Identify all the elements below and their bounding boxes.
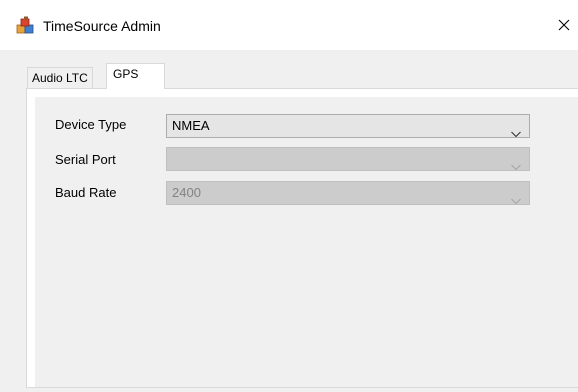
baud-rate-label: Baud Rate (55, 185, 117, 200)
chevron-down-icon (511, 123, 521, 138)
close-button[interactable] (558, 10, 578, 40)
chevron-down-icon (511, 156, 521, 171)
gps-tab-panel: Device Type NMEA Serial Port Baud Rate 2… (26, 88, 578, 388)
client-area: Audio LTC GPS Device Type NMEA Serial Po… (0, 50, 578, 392)
baud-rate-dropdown[interactable]: 2400 (166, 181, 530, 205)
baud-rate-value: 2400 (172, 185, 201, 200)
chevron-down-icon (511, 190, 521, 205)
device-type-label: Device Type (55, 117, 127, 132)
gps-settings-group: Device Type NMEA Serial Port Baud Rate 2… (35, 97, 578, 387)
window-title: TimeSource Admin (43, 18, 161, 34)
title-bar[interactable]: TimeSource Admin (0, 0, 578, 50)
app-blocks-icon (16, 16, 35, 35)
serial-port-dropdown[interactable] (166, 147, 530, 171)
device-type-dropdown[interactable]: NMEA (166, 114, 530, 138)
serial-port-label: Serial Port (55, 152, 116, 167)
tab-gps[interactable]: GPS (106, 63, 165, 89)
tab-audio-ltc[interactable]: Audio LTC (27, 67, 93, 88)
timesource-admin-window: TimeSource Admin Audio LTC GPS Device Ty… (0, 0, 578, 392)
close-icon (558, 19, 570, 31)
device-type-value: NMEA (172, 118, 210, 133)
